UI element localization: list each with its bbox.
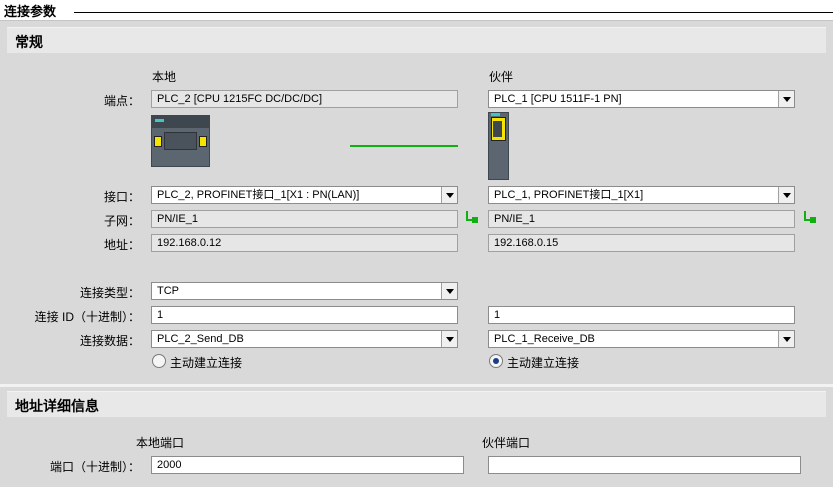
partner-subnet-field: PN/IE_1 bbox=[488, 210, 795, 228]
partner-interface-select[interactable]: PLC_1, PROFINET接口_1[X1] bbox=[488, 186, 795, 204]
partner-address-field: 192.168.0.15 bbox=[488, 234, 795, 252]
network-icon[interactable] bbox=[804, 211, 816, 223]
partner-active-radio[interactable]: 主动建立连接 bbox=[489, 353, 599, 370]
local-interface-value: PLC_2, PROFINET接口_1[X1 : PN(LAN)] bbox=[157, 189, 360, 201]
local-plc-image bbox=[151, 115, 210, 167]
radio-selected-icon bbox=[489, 354, 503, 368]
local-port-input[interactable]: 2000 bbox=[151, 456, 464, 474]
address-details-header[interactable]: 地址详细信息 bbox=[7, 391, 826, 417]
local-subnet-field: PN/IE_1 bbox=[151, 210, 458, 228]
partner-column-heading: 伙伴 bbox=[489, 70, 514, 84]
chevron-down-icon[interactable] bbox=[778, 331, 794, 347]
network-icon[interactable] bbox=[466, 211, 478, 223]
partner-conn-data-select[interactable]: PLC_1_Receive_DB bbox=[488, 330, 795, 348]
address-label: 地址： bbox=[103, 238, 140, 252]
partner-endpoint-select[interactable]: PLC_1 [CPU 1511F-1 PN] bbox=[488, 90, 795, 108]
conn-type-label: 连接类型： bbox=[79, 286, 140, 300]
conn-id-label: 连接 ID（十进制）： bbox=[34, 310, 140, 324]
subnet-label: 子网： bbox=[103, 214, 140, 228]
local-conn-data-value: PLC_2_Send_DB bbox=[157, 333, 244, 345]
title-divider bbox=[74, 12, 833, 13]
partner-plc-image bbox=[488, 112, 509, 180]
conn-data-label: 连接数据： bbox=[79, 334, 140, 348]
partner-endpoint-value: PLC_1 [CPU 1511F-1 PN] bbox=[494, 93, 622, 105]
panel-title-bar: 连接参数 bbox=[0, 0, 833, 20]
partner-conn-id-input[interactable]: 1 bbox=[488, 306, 795, 324]
panel-title: 连接参数 bbox=[4, 4, 57, 19]
partner-conn-data-value: PLC_1_Receive_DB bbox=[494, 333, 595, 345]
chevron-down-icon[interactable] bbox=[441, 187, 457, 203]
general-heading: 常规 bbox=[15, 34, 43, 50]
local-address-field: 192.168.0.12 bbox=[151, 234, 458, 252]
partner-port-column-heading: 伙伴端口 bbox=[482, 436, 531, 450]
local-endpoint-field: PLC_2 [CPU 1215FC DC/DC/DC] bbox=[151, 90, 458, 108]
local-conn-data-select[interactable]: PLC_2_Send_DB bbox=[151, 330, 458, 348]
partner-port-input[interactable] bbox=[488, 456, 801, 474]
chevron-down-icon[interactable] bbox=[778, 91, 794, 107]
partner-interface-value: PLC_1, PROFINET接口_1[X1] bbox=[494, 189, 644, 201]
local-active-radio[interactable]: 主动建立连接 bbox=[152, 353, 262, 370]
local-port-column-heading: 本地端口 bbox=[136, 436, 185, 450]
port-label: 端口（十进制）： bbox=[49, 460, 140, 474]
address-details-heading: 地址详细信息 bbox=[15, 398, 99, 414]
conn-type-select[interactable]: TCP bbox=[151, 282, 458, 300]
chevron-down-icon[interactable] bbox=[778, 187, 794, 203]
local-interface-select[interactable]: PLC_2, PROFINET接口_1[X1 : PN(LAN)] bbox=[151, 186, 458, 204]
partner-active-label: 主动建立连接 bbox=[507, 356, 580, 370]
general-section-header[interactable]: 常规 bbox=[7, 27, 826, 53]
chevron-down-icon[interactable] bbox=[441, 331, 457, 347]
radio-unselected-icon bbox=[152, 354, 166, 368]
local-active-label: 主动建立连接 bbox=[170, 356, 243, 370]
local-conn-id-input[interactable]: 1 bbox=[151, 306, 458, 324]
endpoint-label: 端点： bbox=[103, 94, 140, 108]
chevron-down-icon[interactable] bbox=[441, 283, 457, 299]
interface-label: 接口： bbox=[103, 190, 140, 204]
conn-type-value: TCP bbox=[157, 285, 179, 297]
connection-line bbox=[350, 145, 458, 147]
local-column-heading: 本地 bbox=[152, 70, 177, 84]
